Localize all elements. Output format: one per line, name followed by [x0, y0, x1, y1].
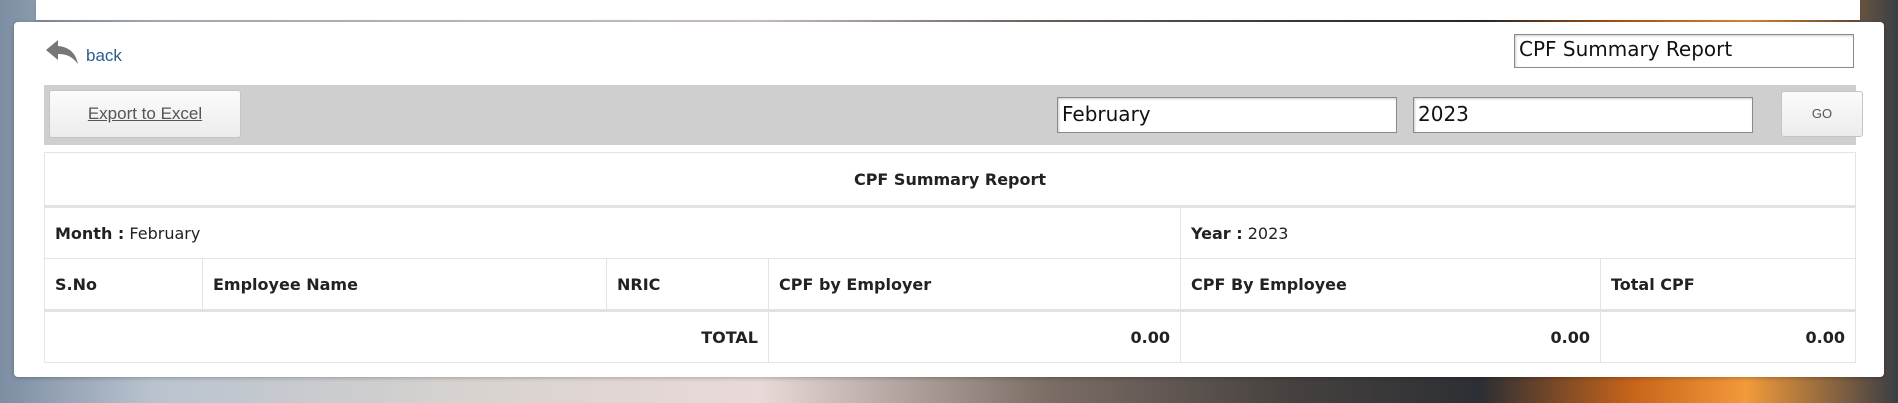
year-value: 2023 — [1247, 223, 1289, 243]
col-nric: NRIC — [606, 258, 769, 312]
report-name-field[interactable]: CPF Summary Report — [1514, 34, 1854, 68]
back-label: back — [86, 46, 122, 65]
report-panel: back CPF Summary Report Export to Excel … — [14, 22, 1884, 377]
cpf-report-table: CPF Summary Report Month : February Year… — [44, 152, 1856, 363]
total-label: TOTAL — [44, 310, 769, 363]
total-employee: 0.00 — [1180, 310, 1601, 363]
month-select[interactable]: February — [1057, 97, 1397, 133]
report-title: CPF Summary Report — [44, 152, 1856, 208]
year-select[interactable]: 2023 — [1413, 97, 1753, 133]
col-sno: S.No — [44, 258, 203, 312]
total-employer: 0.00 — [768, 310, 1181, 363]
total-cpf: 0.00 — [1600, 310, 1856, 363]
col-cpf-employer: CPF by Employer — [768, 258, 1181, 312]
month-label: Month : — [55, 223, 125, 243]
col-total-cpf: Total CPF — [1600, 258, 1856, 312]
top-panel-edge — [36, 0, 1860, 20]
year-label: Year : — [1191, 223, 1243, 243]
back-arrow-icon — [46, 40, 78, 64]
col-cpf-employee: CPF By Employee — [1180, 258, 1601, 312]
col-employee-name: Employee Name — [202, 258, 607, 312]
toolbar: Export to Excel February 2023 GO — [44, 85, 1863, 145]
export-to-excel-button[interactable]: Export to Excel — [49, 90, 241, 138]
go-button[interactable]: GO — [1781, 91, 1863, 137]
month-value: February — [129, 223, 201, 243]
year-cell: Year : 2023 — [1180, 206, 1856, 259]
month-cell: Month : February — [44, 206, 1181, 259]
back-link[interactable]: back — [44, 38, 122, 66]
